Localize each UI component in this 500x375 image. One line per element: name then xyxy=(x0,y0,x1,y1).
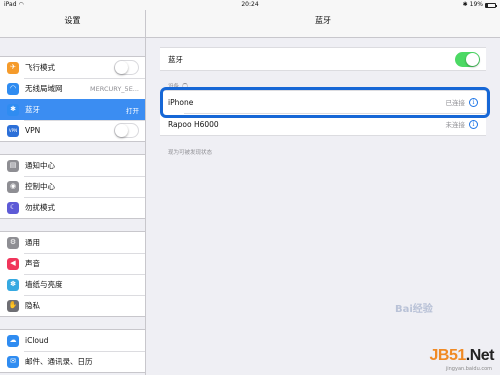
sidebar-group: ✈ 飞行模式 ◠ 无线局域网 MERCURY_5E... ✱ 蓝牙 打开 VPN VPN xyxy=(0,56,145,142)
wallpaper-icon: ✽ xyxy=(7,278,19,291)
sidebar-item-label: 控制中心 xyxy=(25,182,55,191)
general-gear-icon: ⚙ xyxy=(7,236,19,249)
device-status: 未连接 xyxy=(445,121,466,129)
sidebar-item-label: 通知中心 xyxy=(25,161,55,170)
sidebar-item-general-gear[interactable]: ⚙ 通用 xyxy=(0,232,145,253)
sidebar-item-label: 隐私 xyxy=(25,301,40,310)
sidebar-item-label: 勿扰模式 xyxy=(25,203,55,212)
bluetooth-toggle-card: 蓝牙 xyxy=(160,47,486,71)
devices-section-label: 设备 xyxy=(168,84,180,90)
sidebar-item-label: 飞行模式 xyxy=(25,63,55,72)
sidebar-item-label: VPN xyxy=(25,126,41,135)
device-row[interactable]: Rapoo H6000 未连接 i xyxy=(160,113,486,135)
do-not-disturb-icon: ☾ xyxy=(7,201,19,214)
toggle-knob xyxy=(115,61,128,74)
icloud-icon: ☁ xyxy=(7,334,19,347)
sidebar-group: ⚙ 通用 ◀ 声音 ✽ 墙纸与亮度 ✋ 隐私 xyxy=(0,231,145,317)
status-bar: iPad ◠ 20:24 ✱ 19% xyxy=(0,0,500,10)
devices-card: iPhone 已连接 i Rapoo H6000 未连接 i xyxy=(160,90,486,136)
sidebar-item-label: 墙纸与亮度 xyxy=(25,280,63,289)
baidu-watermark: Bai经验 xyxy=(395,304,433,315)
privacy-hand-icon: ✋ xyxy=(7,299,19,312)
bluetooth-label: 蓝牙 xyxy=(168,54,183,64)
watermark-suffix: .Net xyxy=(465,347,495,364)
watermark-sub: jingyan.baidu.com xyxy=(445,366,492,372)
sidebar-item-mail[interactable]: ✉ 邮件、通讯录、日历 xyxy=(0,351,145,372)
sidebar-item-label: 无线局域网 xyxy=(25,84,63,93)
sidebar-item-value: MERCURY_5E... xyxy=(90,84,139,93)
bluetooth-icon: ✱ xyxy=(7,103,19,116)
sidebar-group: ▤ 通知中心 ◉ 控制中心 ☾ 勿扰模式 xyxy=(0,154,145,219)
bluetooth-toggle-row[interactable]: 蓝牙 xyxy=(160,48,486,70)
battery-percent: 19% xyxy=(469,1,483,8)
sidebar-item-control-center[interactable]: ◉ 控制中心 xyxy=(0,176,145,197)
info-icon[interactable]: i xyxy=(469,97,478,107)
sidebar-item-label: 蓝牙 xyxy=(25,105,40,114)
sidebar-title: 设置 xyxy=(0,10,145,38)
sidebar-item-label: 邮件、通讯录、日历 xyxy=(25,357,93,366)
sidebar-item-icloud[interactable]: ☁ iCloud xyxy=(0,330,145,351)
sidebar-item-sound[interactable]: ◀ 声音 xyxy=(0,253,145,274)
sidebar-item-value: 打开 xyxy=(126,106,139,115)
bluetooth-detail-pane: 蓝牙 蓝牙 设备 iPhone 已连接 i Rapoo H6000 未连接 i 现为可被发… xyxy=(146,10,500,375)
sidebar-item-label: iCloud xyxy=(25,336,49,345)
scanning-spinner-icon xyxy=(182,83,189,89)
sidebar-item-wifi[interactable]: ◠ 无线局域网 MERCURY_5E... xyxy=(0,78,145,99)
airplane-toggle[interactable] xyxy=(114,60,139,75)
sound-icon: ◀ xyxy=(7,257,19,270)
control-center-icon: ◉ xyxy=(7,180,19,193)
device-name: Rapoo H6000 xyxy=(168,119,219,129)
sidebar-item-bluetooth[interactable]: ✱ 蓝牙 打开 xyxy=(0,99,145,120)
battery-icon xyxy=(485,2,497,8)
sidebar-item-notification-center[interactable]: ▤ 通知中心 xyxy=(0,155,145,176)
sidebar-item-label: 通用 xyxy=(25,238,40,247)
bluetooth-status-icon: ✱ xyxy=(462,1,468,8)
info-icon[interactable]: i xyxy=(469,119,478,129)
mail-icon: ✉ xyxy=(7,355,19,368)
sidebar-item-label: 声音 xyxy=(25,259,40,268)
sidebar-item-airplane[interactable]: ✈ 飞行模式 xyxy=(0,57,145,78)
notification-center-icon: ▤ xyxy=(7,159,19,172)
device-row[interactable]: iPhone 已连接 i xyxy=(160,91,486,113)
toggle-knob xyxy=(466,52,479,66)
jb51-watermark: JB51.Net xyxy=(429,347,495,365)
discoverable-note: 现为可被发现状态 xyxy=(168,150,213,156)
detail-title: 蓝牙 xyxy=(146,10,500,38)
sidebar-item-do-not-disturb[interactable]: ☾ 勿扰模式 xyxy=(0,197,145,218)
device-name: iPhone xyxy=(168,97,194,107)
device-status: 已连接 xyxy=(445,99,466,107)
devices-section-header: 设备 xyxy=(168,82,189,90)
battery-fill xyxy=(486,3,488,7)
bluetooth-toggle[interactable] xyxy=(455,51,480,67)
sidebar-item-wallpaper[interactable]: ✽ 墙纸与亮度 xyxy=(0,274,145,295)
wifi-icon: ◠ xyxy=(7,82,19,95)
sidebar-item-privacy-hand[interactable]: ✋ 隐私 xyxy=(0,295,145,316)
watermark-prefix: JB51 xyxy=(429,347,467,364)
sidebar-group: ☁ iCloud ✉ 邮件、通讯录、日历 xyxy=(0,329,145,373)
sidebar-item-vpn[interactable]: VPN VPN xyxy=(0,120,145,141)
vpn-toggle[interactable] xyxy=(114,123,139,138)
toggle-knob xyxy=(115,124,128,137)
status-time: 20:24 xyxy=(241,1,259,8)
airplane-icon: ✈ xyxy=(7,61,19,74)
vpn-icon: VPN xyxy=(7,124,19,137)
settings-sidebar: 设置 ✈ 飞行模式 ◠ 无线局域网 MERCURY_5E... ✱ 蓝牙 打开 VPN VPN ▤ 通… xyxy=(0,10,146,375)
